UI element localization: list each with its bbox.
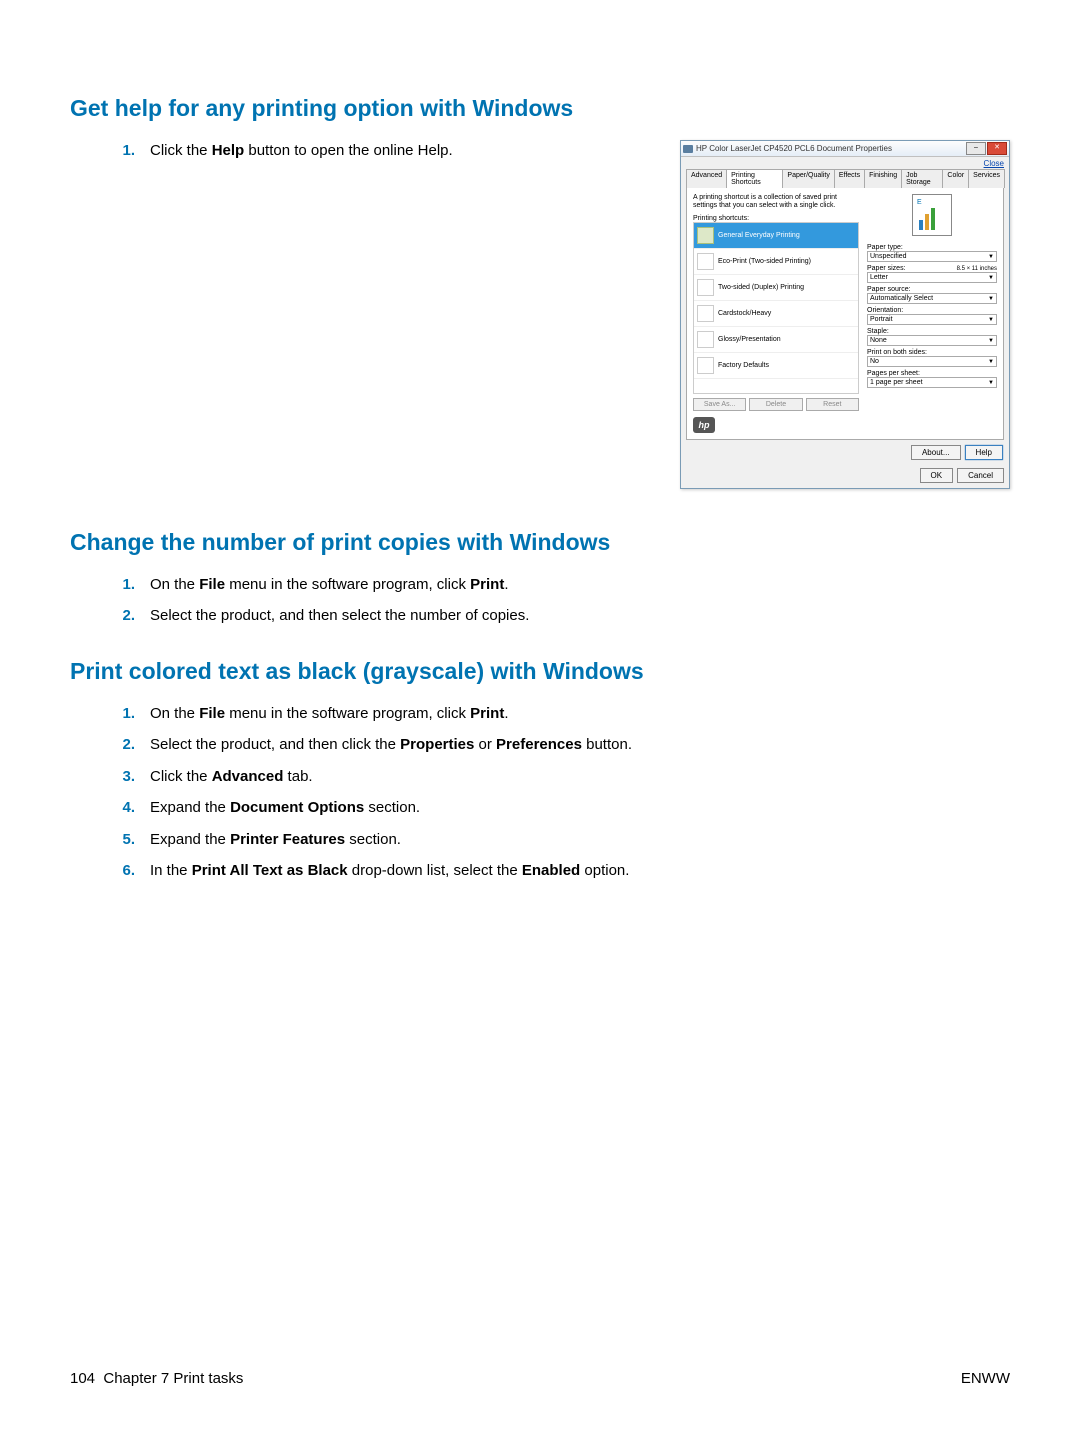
tab-effects[interactable]: Effects: [834, 169, 865, 188]
help-button[interactable]: Help: [965, 445, 1003, 460]
step-text: Click the Help button to open the online…: [150, 140, 650, 163]
shortcuts-label: Printing shortcuts:: [693, 215, 859, 222]
paper-source-label: Paper source:: [867, 286, 997, 293]
paper-source-dropdown[interactable]: Automatically Select▼: [867, 293, 997, 304]
paper-type-dropdown[interactable]: Unspecified▼: [867, 251, 997, 262]
about-button[interactable]: About...: [911, 445, 961, 460]
cancel-button[interactable]: Cancel: [957, 468, 1004, 483]
ok-button[interactable]: OK: [920, 468, 954, 483]
shortcut-duplex[interactable]: Two-sided (Duplex) Printing: [694, 275, 858, 301]
tab-color[interactable]: Color: [942, 169, 969, 188]
staple-dropdown[interactable]: None▼: [867, 335, 997, 346]
heading-get-help: Get help for any printing option with Wi…: [70, 95, 1010, 122]
s3-step6: 6. In the Print All Text as Black drop-d…: [110, 860, 1010, 883]
dialog-title: HP Color LaserJet CP4520 PCL6 Document P…: [696, 144, 965, 153]
s3-step2: 2. Select the product, and then click th…: [110, 734, 1010, 757]
page-preview: [912, 194, 952, 236]
reset-button[interactable]: Reset: [806, 398, 859, 411]
step-1: 1. Click the Help button to open the onl…: [110, 140, 650, 163]
close-link[interactable]: Close: [984, 159, 1004, 168]
tab-paper-quality[interactable]: Paper/Quality: [782, 169, 834, 188]
paper-size-note: 8.5 × 11 inches: [957, 266, 997, 272]
s3-step5: 5. Expand the Printer Features section.: [110, 829, 1010, 852]
s3-step3: 3. Click the Advanced tab.: [110, 766, 1010, 789]
orientation-label: Orientation:: [867, 307, 997, 314]
shortcut-eco[interactable]: Eco-Print (Two-sided Printing): [694, 249, 858, 275]
tab-finishing[interactable]: Finishing: [864, 169, 902, 188]
s2-step2: 2. Select the product, and then select t…: [110, 605, 1010, 628]
tab-printing-shortcuts[interactable]: Printing Shortcuts: [726, 169, 783, 188]
close-button[interactable]: ✕: [987, 142, 1007, 155]
minimize-button[interactable]: –: [966, 142, 986, 155]
orientation-dropdown[interactable]: Portrait▼: [867, 314, 997, 325]
shortcut-cardstock[interactable]: Cardstock/Heavy: [694, 301, 858, 327]
dialog-tabs: Advanced Printing Shortcuts Paper/Qualit…: [686, 168, 1004, 188]
pages-per-sheet-label: Pages per sheet:: [867, 370, 997, 377]
step-number: 1.: [110, 140, 135, 163]
both-sides-dropdown[interactable]: No▼: [867, 356, 997, 367]
shortcuts-list[interactable]: General Everyday Printing Eco-Print (Two…: [693, 222, 859, 394]
pages-per-sheet-dropdown[interactable]: 1 page per sheet▼: [867, 377, 997, 388]
delete-button[interactable]: Delete: [749, 398, 802, 411]
hp-icon: [683, 145, 693, 153]
s3-step4: 4. Expand the Document Options section.: [110, 797, 1010, 820]
both-sides-label: Print on both sides:: [867, 349, 997, 356]
tab-job-storage[interactable]: Job Storage: [901, 169, 943, 188]
paper-size-label: Paper sizes:: [867, 265, 906, 272]
shortcut-factory[interactable]: Factory Defaults: [694, 353, 858, 379]
page-footer: 104 Chapter 7 Print tasks ENWW: [70, 1370, 1010, 1387]
shortcut-description: A printing shortcut is a collection of s…: [693, 194, 859, 211]
heading-change-copies: Change the number of print copies with W…: [70, 529, 1010, 556]
shortcut-general[interactable]: General Everyday Printing: [694, 223, 858, 249]
s3-step1: 1. On the File menu in the software prog…: [110, 703, 1010, 726]
hp-logo: hp: [693, 417, 715, 433]
dialog-titlebar: HP Color LaserJet CP4520 PCL6 Document P…: [681, 141, 1009, 157]
print-properties-dialog: HP Color LaserJet CP4520 PCL6 Document P…: [680, 140, 1010, 489]
paper-type-label: Paper type:: [867, 244, 997, 251]
paper-size-dropdown[interactable]: Letter▼: [867, 272, 997, 283]
staple-label: Staple:: [867, 328, 997, 335]
s2-step1: 1. On the File menu in the software prog…: [110, 574, 1010, 597]
tab-services[interactable]: Services: [968, 169, 1005, 188]
shortcut-glossy[interactable]: Glossy/Presentation: [694, 327, 858, 353]
tab-advanced[interactable]: Advanced: [686, 169, 727, 188]
heading-grayscale: Print colored text as black (grayscale) …: [70, 658, 1010, 685]
save-as-button[interactable]: Save As...: [693, 398, 746, 411]
